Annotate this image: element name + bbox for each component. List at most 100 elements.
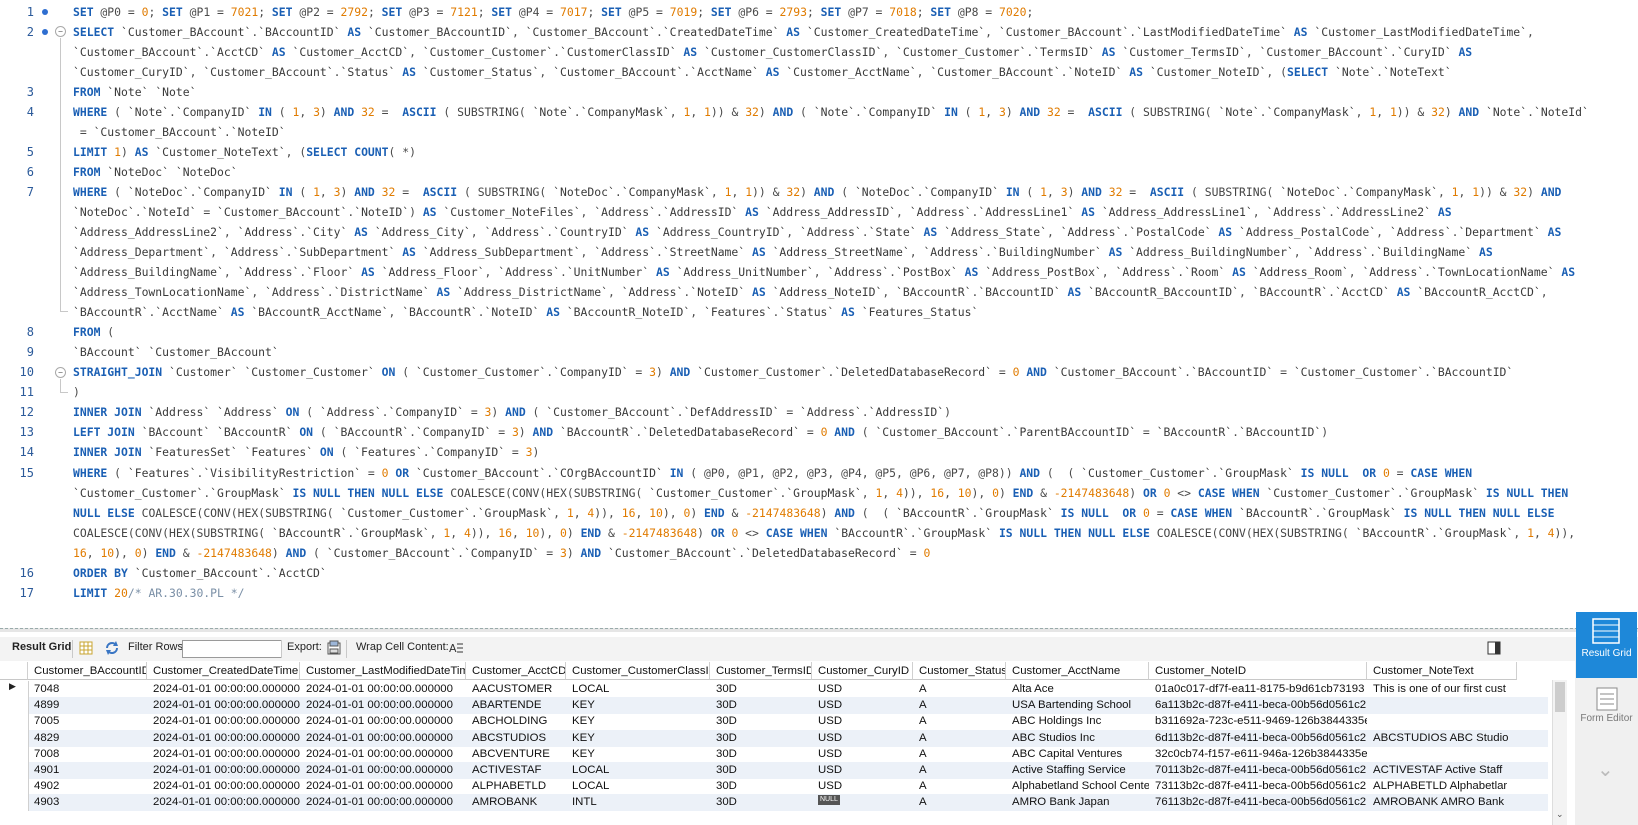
column-header[interactable]: Customer_CustomerClassID <box>566 662 710 680</box>
table-cell[interactable]: 7048 <box>28 681 147 698</box>
scroll-down-icon[interactable]: ⌄ <box>1556 810 1564 820</box>
table-cell[interactable]: 2024-01-01 00:00:00.000000 <box>300 794 466 811</box>
row-selector[interactable] <box>0 697 29 715</box>
code-line[interactable]: LIMIT 1) AS `Customer_NoteText`, (SELECT… <box>73 142 1633 163</box>
column-header[interactable]: Customer_TermsID <box>710 662 812 680</box>
fold-toggle-icon[interactable]: − <box>55 26 66 37</box>
table-cell[interactable]: USD <box>812 730 913 747</box>
fold-toggle-icon[interactable]: − <box>55 367 66 378</box>
code-line[interactable]: SET @P0 = 0; SET @P1 = 7021; SET @P2 = 2… <box>73 2 1633 23</box>
table-cell[interactable]: USD <box>812 746 913 763</box>
table-cell[interactable]: Alta Ace <box>1006 681 1149 698</box>
table-cell[interactable]: A <box>913 778 1006 795</box>
table-cell[interactable]: 7008 <box>28 746 147 763</box>
code-line[interactable]: = `Customer_BAccount`.`NoteID` <box>73 122 1633 143</box>
table-cell[interactable]: USD <box>812 778 913 795</box>
table-cell[interactable]: 2024-01-01 00:00:00.000000 <box>147 730 300 747</box>
table-cell[interactable]: 2024-01-01 00:00:00.000000 <box>147 794 300 811</box>
column-header[interactable]: Customer_NoteID <box>1149 662 1367 680</box>
code-line[interactable]: INNER JOIN `Address` `Address` ON ( `Add… <box>73 402 1633 423</box>
code-line[interactable]: `Address_TownLocationName`, `Address`.`D… <box>73 282 1633 303</box>
code-line[interactable]: FROM `Note` `Note` <box>73 82 1633 103</box>
table-cell[interactable]: 2024-01-01 00:00:00.000000 <box>300 713 466 730</box>
table-cell[interactable]: 6a113b2c-d87f-e411-beca-00b56d0561c2 <box>1149 697 1367 714</box>
table-cell[interactable]: USD <box>812 713 913 730</box>
table-cell[interactable]: ABCVENTURE <box>466 746 566 763</box>
column-header[interactable]: Customer_NoteText <box>1367 662 1517 680</box>
row-selector[interactable] <box>0 745 29 763</box>
table-cell[interactable]: 2024-01-01 00:00:00.000000 <box>147 713 300 730</box>
code-line[interactable]: LEFT JOIN `BAccount` `BAccountR` ON ( `B… <box>73 422 1633 443</box>
result-grid[interactable]: Customer_BAccountID Customer_CreatedDateT… <box>0 662 1575 825</box>
table-cell[interactable]: 30D <box>710 794 812 811</box>
table-cell[interactable]: 4899 <box>28 697 147 714</box>
column-header[interactable]: Customer_AcctName <box>1006 662 1149 680</box>
row-selector[interactable] <box>0 713 29 731</box>
table-cell[interactable]: 4903 <box>28 794 147 811</box>
code-line[interactable]: WHERE ( `Note`.`CompanyID` IN ( 1, 3) AN… <box>73 102 1633 123</box>
toggle-panel-icon[interactable] <box>1486 640 1502 656</box>
table-cell[interactable]: USD <box>812 697 913 714</box>
sql-editor[interactable]: 1 2 3 4 5 6 7 8 9 10 11 12 13 14 15 16 1… <box>0 0 1638 628</box>
column-header[interactable]: Customer_CreatedDateTime <box>147 662 300 680</box>
table-cell[interactable]: 30D <box>710 746 812 763</box>
result-grid-tab[interactable]: Result Grid <box>12 641 71 653</box>
scrollbar-thumb[interactable] <box>1555 682 1565 712</box>
table-cell[interactable]: 2024-01-01 00:00:00.000000 <box>147 746 300 763</box>
table-cell[interactable]: 30D <box>710 778 812 795</box>
grid-layout-icon[interactable] <box>78 640 94 656</box>
form-editor-panel-button[interactable]: Form Editor <box>1576 683 1637 739</box>
table-cell[interactable]: 4829 <box>28 730 147 747</box>
table-cell[interactable]: 2024-01-01 00:00:00.000000 <box>300 681 466 698</box>
table-cell[interactable]: USD <box>812 681 913 698</box>
code-line[interactable]: COALESCE(CONV(HEX(SUBSTRING( `BAccountR`… <box>73 523 1633 544</box>
code-line[interactable]: `Customer_CuryID`, `Customer_BAccount`.`… <box>73 62 1633 83</box>
table-cell[interactable]: A <box>913 681 1006 698</box>
column-header[interactable]: Customer_CuryID <box>812 662 913 680</box>
table-cell[interactable]: 70113b2c-d87f-e411-beca-00b56d0561c2 <box>1149 762 1367 779</box>
table-cell[interactable]: 4901 <box>28 762 147 779</box>
table-cell[interactable]: ALPHABETLD Alphabetlar <box>1367 778 1517 795</box>
row-selector[interactable] <box>0 794 29 812</box>
table-cell[interactable]: 30D <box>710 697 812 714</box>
table-cell[interactable]: 2024-01-01 00:00:00.000000 <box>147 778 300 795</box>
table-cell[interactable]: KEY <box>566 730 710 747</box>
table-cell[interactable]: b311692a-723c-e511-9469-126b3844335e <box>1149 713 1367 730</box>
table-cell[interactable]: 76113b2c-d87f-e411-beca-00b56d0561c2 <box>1149 794 1367 811</box>
row-selector[interactable] <box>0 762 29 779</box>
table-cell[interactable]: 2024-01-01 00:00:00.000000 <box>300 762 466 779</box>
code-line[interactable]: FROM `NoteDoc` `NoteDoc` <box>73 162 1633 183</box>
table-cell[interactable]: A <box>913 746 1006 763</box>
wrap-text-icon[interactable]: A <box>448 640 464 656</box>
table-cell[interactable]: 73113b2c-d87f-e411-beca-00b56d0561c2 <box>1149 778 1367 795</box>
code-line[interactable]: `BAccountR`.`AcctName` AS `BAccountR_Acc… <box>73 302 1633 323</box>
table-cell[interactable]: 2024-01-01 00:00:00.000000 <box>300 730 466 747</box>
filter-rows-input[interactable] <box>182 640 282 658</box>
table-cell[interactable]: KEY <box>566 713 710 730</box>
grid-vertical-scrollbar[interactable]: ⌄ <box>1552 680 1567 825</box>
code-line[interactable]: NULL ELSE COALESCE(CONV(HEX(SUBSTRING( `… <box>73 503 1633 524</box>
table-cell[interactable]: 30D <box>710 730 812 747</box>
column-header[interactable]: Customer_BAccountID <box>28 662 147 680</box>
table-cell[interactable]: 2024-01-01 00:00:00.000000 <box>300 778 466 795</box>
table-cell[interactable]: NULL <box>812 794 913 811</box>
code-line[interactable]: `Customer_BAccount`.`AcctCD` AS `Custome… <box>73 42 1633 63</box>
code-line[interactable]: `Address_AddressLine2`, `Address`.`City`… <box>73 222 1633 243</box>
table-cell[interactable]: AACUSTOMER <box>466 681 566 698</box>
table-cell[interactable]: USD <box>812 762 913 779</box>
table-cell[interactable]: LOCAL <box>566 762 710 779</box>
table-cell[interactable]: 4902 <box>28 778 147 795</box>
table-cell[interactable]: 2024-01-01 00:00:00.000000 <box>147 762 300 779</box>
table-cell[interactable]: LOCAL <box>566 778 710 795</box>
table-cell[interactable]: A <box>913 713 1006 730</box>
table-cell[interactable]: ABCHOLDING <box>466 713 566 730</box>
code-line[interactable]: `NoteDoc`.`NoteId` = `Customer_BAccount`… <box>73 202 1633 223</box>
table-cell[interactable]: 30D <box>710 713 812 730</box>
code-line[interactable]: `Address_BuildingName`, `Address`.`Floor… <box>73 262 1633 283</box>
code-line[interactable]: 16, 10), 0) END & -2147483648) AND ( `Cu… <box>73 543 1633 564</box>
code-line[interactable]: ) <box>73 382 1633 403</box>
code-line[interactable]: FROM ( <box>73 322 1633 343</box>
table-cell[interactable]: 30D <box>710 762 812 779</box>
table-cell[interactable]: INTL <box>566 794 710 811</box>
row-selector[interactable] <box>0 729 29 747</box>
